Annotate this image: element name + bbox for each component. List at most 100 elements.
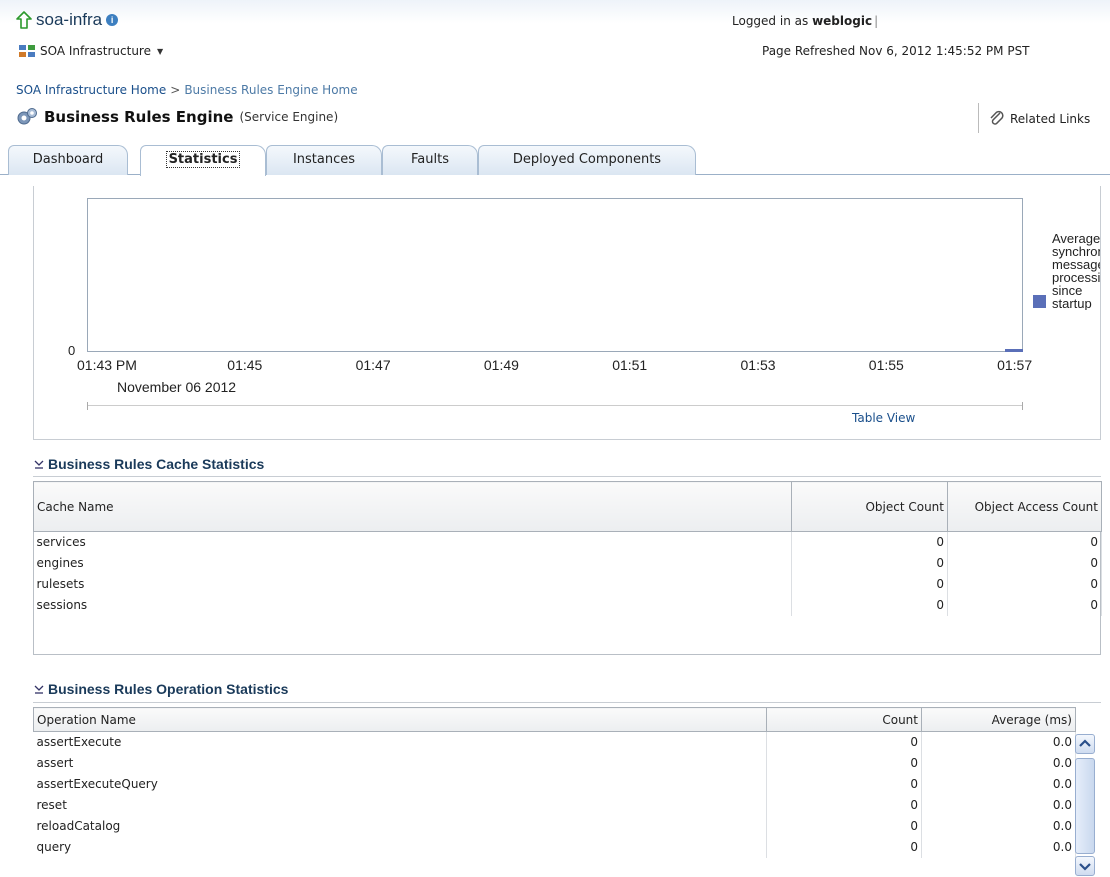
breadcrumb-home-link[interactable]: SOA Infrastructure Home — [16, 83, 166, 97]
related-links-button[interactable]: Related Links — [988, 110, 1090, 128]
tab-statistics-label: Statistics — [165, 151, 241, 168]
header-divider — [978, 103, 979, 133]
tab-deployed-components-label: Deployed Components — [512, 152, 662, 167]
cache-stats-divider — [33, 476, 1101, 477]
column-header[interactable]: Operation Name — [33, 707, 767, 732]
row-name-cell: services — [33, 531, 792, 553]
operation-stats-scrollbar[interactable] — [1073, 734, 1099, 876]
tab-statistics[interactable]: Statistics — [140, 145, 266, 176]
scroll-down-button[interactable] — [1075, 856, 1095, 876]
collapse-icon[interactable] — [33, 458, 45, 470]
tab-deployed-components[interactable]: Deployed Components — [478, 145, 696, 175]
tab-instances[interactable]: Instances — [266, 145, 382, 175]
table-row[interactable]: sessions 0 0 — [33, 594, 1102, 616]
row-value-cell: 0.0 — [921, 752, 1076, 774]
y-tick-label: 0 — [68, 343, 76, 358]
row-value-cell: 0 — [947, 594, 1102, 616]
page-subtitle: (Service Engine) — [239, 110, 339, 124]
row-value-cell: 0 — [947, 573, 1102, 595]
table-row[interactable]: engines 0 0 — [33, 552, 1102, 574]
row-value-cell: 0 — [766, 836, 922, 858]
gear-icon — [17, 108, 37, 125]
tab-dashboard[interactable]: Dashboard — [8, 145, 128, 175]
row-name-cell: assert — [33, 752, 767, 774]
tab-dashboard-label: Dashboard — [32, 152, 104, 167]
tab-bar: Dashboard Statistics Instances Faults De… — [0, 141, 1110, 176]
row-value-cell: 0 — [947, 531, 1102, 553]
page-title-text: Business Rules Engine — [44, 108, 234, 126]
row-value-cell: 0 — [766, 794, 922, 816]
row-value-cell: 0.0 — [921, 731, 1076, 753]
menu-label: SOA Infrastructure — [40, 44, 151, 58]
x-tick-label: 01:47 — [355, 357, 391, 373]
x-tick-label: 01:57 — [997, 357, 1033, 373]
page-header: soa-infra i SOA Infrastructure ▼ Logged … — [0, 0, 1110, 78]
row-name-cell: reloadCatalog — [33, 815, 767, 837]
operation-stats-divider — [33, 702, 1101, 703]
row-value-cell: 0 — [791, 552, 948, 574]
x-tick-label: 01:55 — [868, 357, 904, 373]
table-view-link[interactable]: Table View — [852, 411, 915, 425]
tab-faults[interactable]: Faults — [382, 145, 478, 175]
page-refreshed: Page Refreshed Nov 6, 2012 1:45:52 PM PS… — [762, 44, 1030, 58]
collapse-icon[interactable] — [33, 683, 45, 695]
column-header[interactable]: Average (ms) — [921, 707, 1076, 732]
operation-stats-header[interactable]: Business Rules Operation Statistics — [33, 681, 288, 697]
row-name-cell: rulesets — [33, 573, 792, 595]
row-name-cell: assertExecuteQuery — [33, 773, 767, 795]
row-value-cell: 0 — [766, 752, 922, 774]
row-name-cell: assertExecute — [33, 731, 767, 753]
row-name-cell: sessions — [33, 594, 792, 616]
login-user[interactable]: weblogic — [812, 14, 872, 28]
x-tick-label: 01:45 — [227, 357, 263, 373]
app-title: soa-infra i — [16, 10, 119, 30]
chevron-down-icon: ▼ — [157, 46, 164, 56]
column-header[interactable]: Object Count — [791, 481, 948, 532]
cache-stats-title: Business Rules Cache Statistics — [48, 456, 265, 472]
login-prefix: Logged in as — [732, 14, 809, 28]
table-row[interactable]: assertExecute 0 0.0 — [33, 731, 1076, 753]
table-row[interactable]: reset 0 0.0 — [33, 794, 1076, 816]
table-row[interactable]: services 0 0 — [33, 531, 1102, 553]
page-title: Business Rules Engine (Service Engine) — [16, 107, 338, 127]
chart-time-scrollbar[interactable] — [87, 402, 1023, 410]
row-value-cell: 0 — [791, 573, 948, 595]
x-tick-label: 01:53 — [740, 357, 776, 373]
tab-instances-label: Instances — [292, 152, 356, 167]
series-line — [1005, 349, 1023, 352]
related-links-label: Related Links — [1010, 112, 1091, 126]
cache-stats-header[interactable]: Business Rules Cache Statistics — [33, 456, 264, 472]
column-header[interactable]: Cache Name — [33, 481, 792, 532]
row-value-cell: 0 — [947, 552, 1102, 574]
soa-infrastructure-icon — [19, 45, 35, 57]
login-info: Logged in as weblogic | — [732, 14, 878, 28]
table-row[interactable]: assert 0 0.0 — [33, 752, 1076, 774]
legend-label: Average synchronous message processing s… — [1052, 232, 1100, 310]
x-tick-label: 01:43 PM — [77, 357, 137, 373]
row-value-cell: 0 — [791, 531, 948, 553]
table-row[interactable]: rulesets 0 0 — [33, 573, 1102, 595]
table-row[interactable]: assertExecuteQuery 0 0.0 — [33, 773, 1076, 795]
info-icon[interactable]: i — [106, 14, 119, 26]
row-value-cell: 0.0 — [921, 815, 1076, 837]
login-separator: | — [874, 14, 879, 28]
row-name-cell: query — [33, 836, 767, 858]
row-value-cell: 0.0 — [921, 836, 1076, 858]
table-row[interactable]: query 0 0.0 — [33, 836, 1076, 858]
row-value-cell: 0 — [766, 731, 922, 753]
app-title-text: soa-infra — [36, 10, 103, 29]
row-value-cell: 0 — [766, 815, 922, 837]
breadcrumb: SOA Infrastructure Home > Business Rules… — [16, 83, 358, 97]
operation-stats-title: Business Rules Operation Statistics — [48, 681, 289, 697]
table-row[interactable]: reloadCatalog 0 0.0 — [33, 815, 1076, 837]
chevron-up-icon — [1079, 739, 1091, 747]
column-header[interactable]: Object Access Count — [947, 481, 1102, 532]
column-header[interactable]: Count — [766, 707, 922, 732]
chevron-down-icon — [1079, 863, 1091, 871]
scroll-thumb[interactable] — [1075, 758, 1095, 854]
up-arrow-icon[interactable] — [16, 11, 32, 29]
x-date-label: November 06 2012 — [117, 379, 237, 395]
row-name-cell: reset — [33, 794, 767, 816]
soa-infrastructure-menu[interactable]: SOA Infrastructure ▼ — [18, 44, 163, 58]
scroll-up-button[interactable] — [1075, 734, 1095, 754]
